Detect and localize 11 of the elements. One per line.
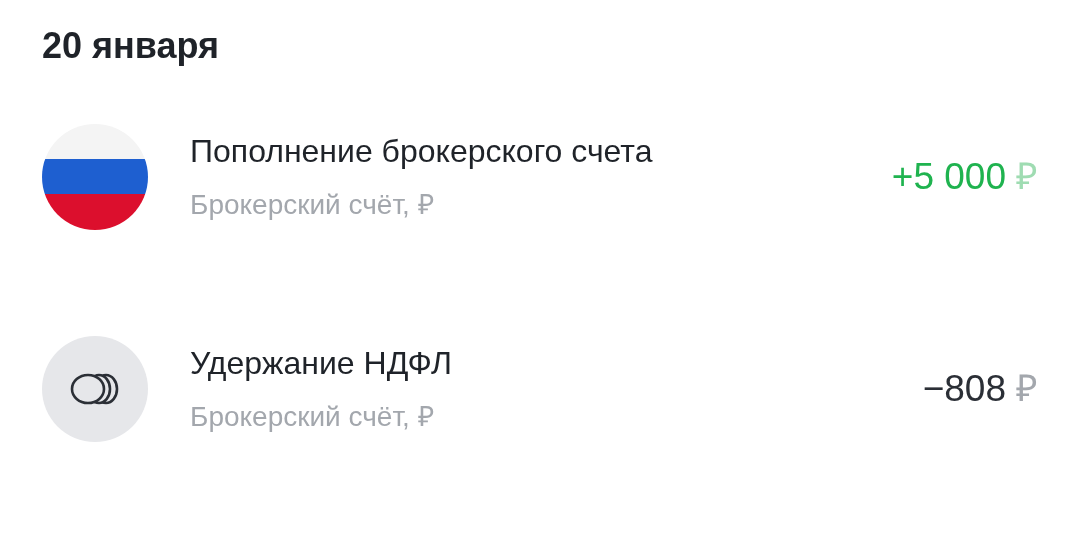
coins-icon (42, 336, 148, 442)
amount-text: +5 000 (891, 155, 1006, 199)
account-label: Брокерский счёт, ₽ (190, 400, 434, 434)
currency-sign: ₽ (1016, 367, 1038, 411)
amount-text: −808 (922, 367, 1006, 411)
operation-title: Пополнение брокерского счета (190, 132, 653, 171)
account-label: Брокерский счёт, ₽ (190, 188, 434, 222)
date-heading: 20 января (42, 24, 219, 68)
flag-icon (42, 124, 148, 230)
currency-sign: ₽ (1016, 155, 1038, 199)
operation-title: Удержание НДФЛ (190, 344, 452, 383)
